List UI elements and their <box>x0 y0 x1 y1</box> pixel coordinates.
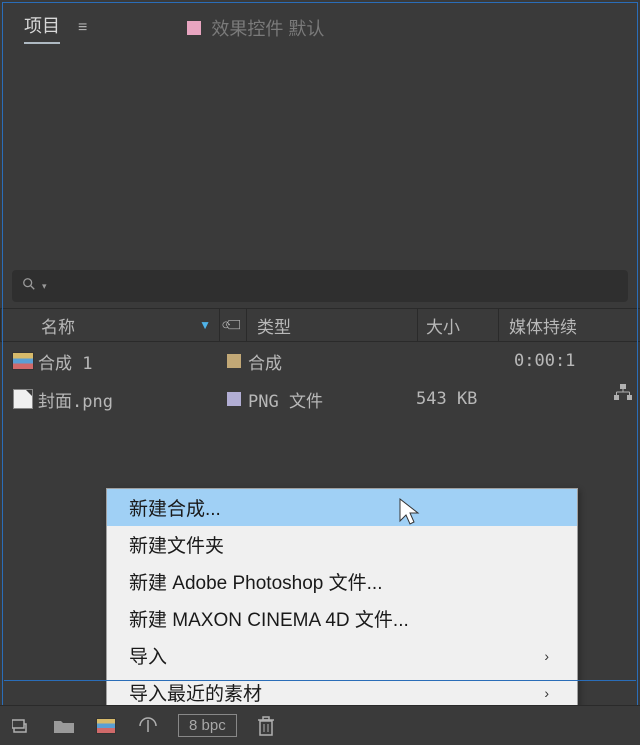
item-name: 封面.png <box>38 387 220 412</box>
color-depth-toggle[interactable]: 8 bpc <box>178 714 237 737</box>
menu-item-label: 新建 MAXON CINEMA 4D 文件... <box>129 605 409 632</box>
menu-import[interactable]: 导入 › <box>107 637 577 674</box>
search-input[interactable]: ▾ <box>12 270 628 302</box>
new-composition-icon[interactable] <box>94 715 118 737</box>
trash-icon[interactable] <box>255 715 277 737</box>
menu-new-folder[interactable]: 新建文件夹 <box>107 526 577 563</box>
menu-item-label: 新建合成... <box>129 494 221 521</box>
column-type[interactable]: 类型 <box>247 313 417 338</box>
menu-new-composition[interactable]: 新建合成... <box>107 489 577 526</box>
panel-menu-icon[interactable]: ≡ <box>78 19 87 37</box>
tab-project[interactable]: 项目 <box>24 12 60 44</box>
tab-effect-controls[interactable]: 效果控件 默认 <box>187 15 324 41</box>
panel-tab-bar: 项目 ≡ 效果控件 默认 <box>0 0 640 52</box>
selection-divider <box>4 680 636 681</box>
sort-indicator-icon: ▼ <box>199 318 211 332</box>
item-media-duration: 0:00:1 <box>514 351 640 371</box>
item-type: PNG 文件 <box>248 387 416 412</box>
menu-item-label: 新建文件夹 <box>129 531 224 558</box>
item-name: 合成 1 <box>38 349 220 374</box>
menu-item-label: 导入 <box>129 642 167 669</box>
search-dropdown-icon[interactable]: ▾ <box>42 281 47 292</box>
menu-item-label: 导入最近的素材 <box>129 679 262 706</box>
submenu-arrow-icon: › <box>544 685 549 701</box>
project-preview-area <box>0 52 640 270</box>
column-name[interactable]: 名称 ▼ <box>1 313 219 338</box>
menu-item-label: 新建 Adobe Photoshop 文件... <box>129 568 382 595</box>
menu-new-photoshop-file[interactable]: 新建 Adobe Photoshop 文件... <box>107 563 577 600</box>
context-menu: 新建合成... 新建文件夹 新建 Adobe Photoshop 文件... 新… <box>106 488 578 712</box>
effect-controls-color-icon <box>187 21 201 35</box>
column-headers: 名称 ▼ 🏷 类型 大小 媒体持续 <box>0 308 640 342</box>
submenu-arrow-icon: › <box>544 648 549 664</box>
new-folder-icon[interactable] <box>52 715 76 737</box>
item-tag-color[interactable] <box>227 392 241 406</box>
interpret-footage-icon[interactable] <box>10 715 34 737</box>
item-type: 合成 <box>248 349 416 374</box>
project-footer-bar: 8 bpc <box>0 705 640 745</box>
composition-icon <box>12 352 34 370</box>
tag-icon: 🏷 <box>219 311 248 340</box>
menu-new-c4d-file[interactable]: 新建 MAXON CINEMA 4D 文件... <box>107 600 577 637</box>
effect-controls-label: 效果控件 默认 <box>211 15 324 41</box>
project-settings-icon[interactable] <box>136 715 160 737</box>
search-icon <box>22 277 36 295</box>
item-size: 543 KB <box>416 389 514 409</box>
image-file-icon <box>13 389 33 409</box>
column-size[interactable]: 大小 <box>418 313 498 338</box>
item-tag-color[interactable] <box>227 354 241 368</box>
column-tag[interactable]: 🏷 <box>220 315 246 335</box>
project-item-row[interactable]: 合成 1 合成 0:00:1 <box>0 342 640 380</box>
column-name-label: 名称 <box>41 313 75 338</box>
column-media-duration[interactable]: 媒体持续 <box>499 313 640 338</box>
project-item-row[interactable]: 封面.png PNG 文件 543 KB <box>0 380 640 418</box>
flowchart-icon[interactable] <box>614 384 634 400</box>
